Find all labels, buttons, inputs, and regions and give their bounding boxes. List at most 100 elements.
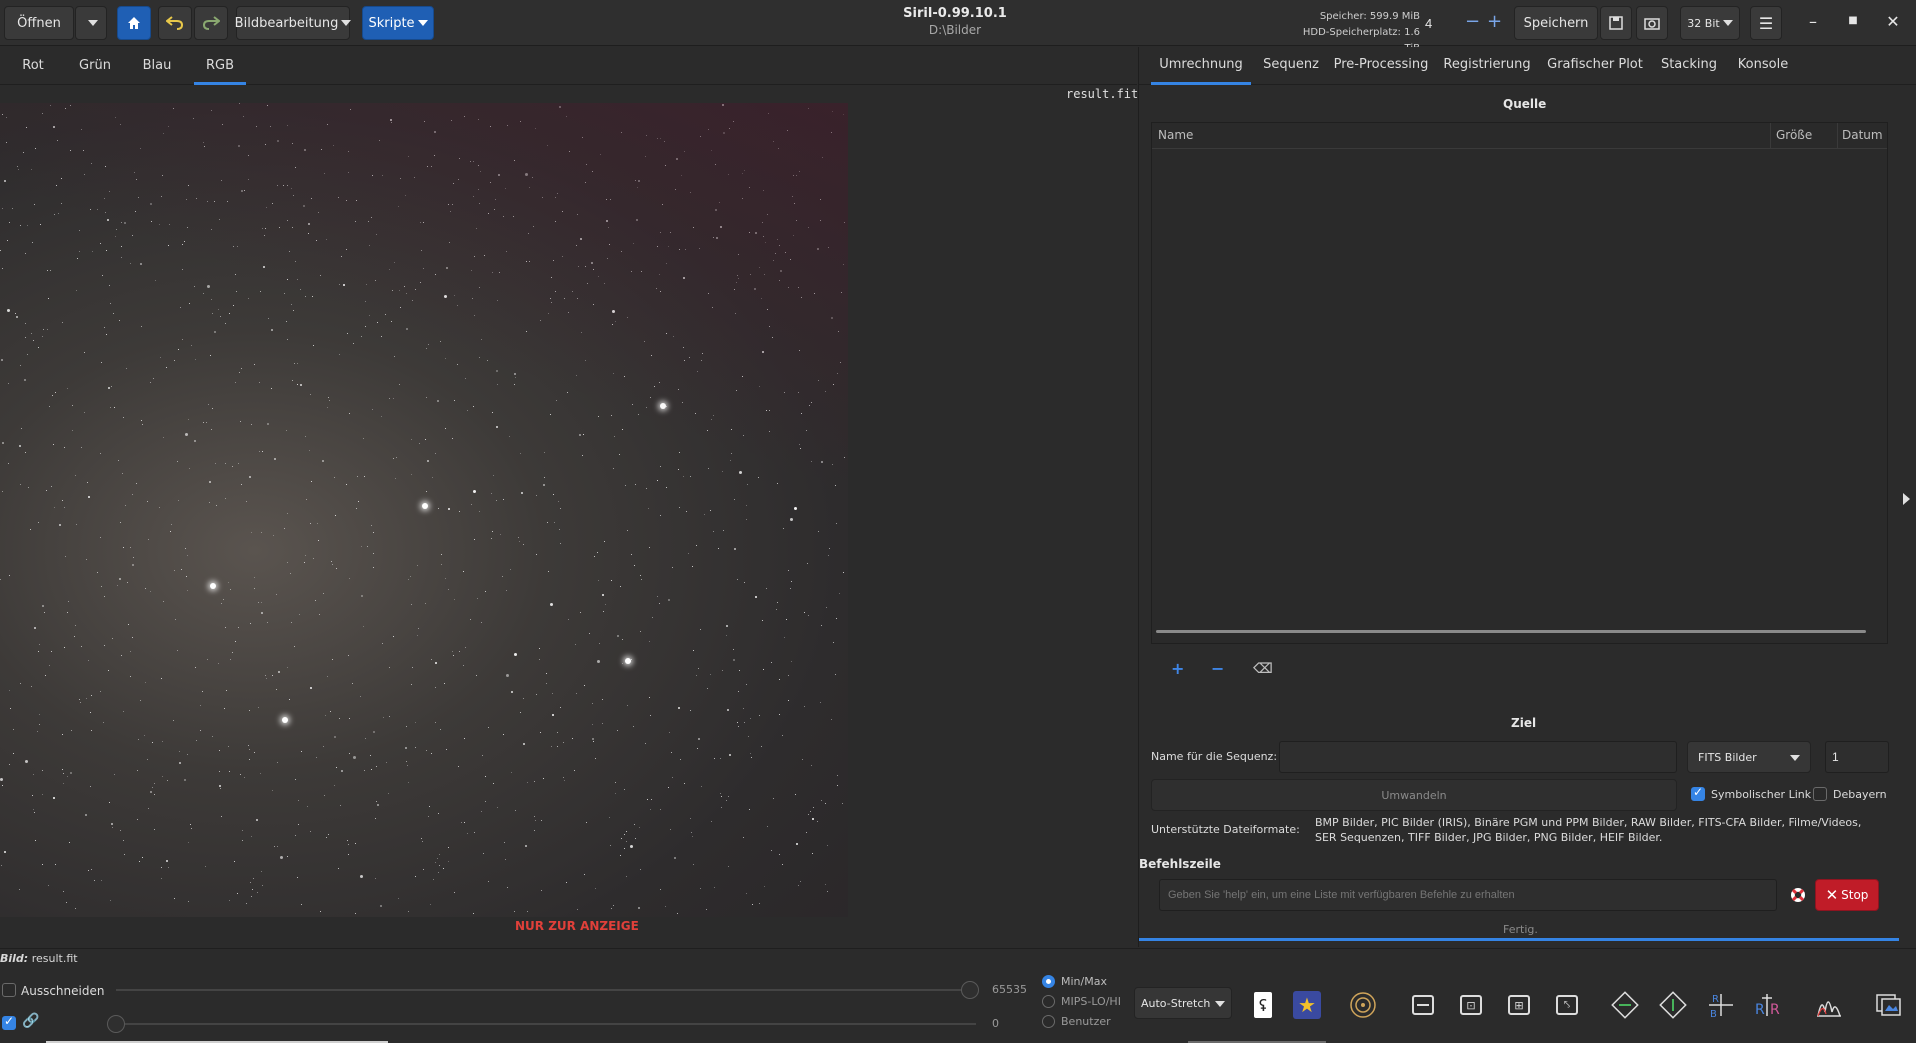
radio-user[interactable] [1042, 1015, 1055, 1028]
tab-green[interactable]: Grün [70, 47, 120, 85]
mirror-y-icon[interactable] [1656, 988, 1690, 1022]
tab-blue[interactable]: Blau [134, 47, 180, 85]
home-button[interactable] [117, 6, 151, 40]
crop-checkbox[interactable] [2, 983, 16, 997]
star [327, 676, 328, 677]
star [240, 421, 241, 422]
histogram-icon[interactable] [1812, 988, 1846, 1022]
star [379, 140, 380, 141]
stop-button[interactable]: ✕ Stop [1815, 879, 1879, 911]
radio-minmax[interactable] [1042, 975, 1055, 988]
column-size[interactable]: Größe [1776, 128, 1812, 142]
star [259, 451, 260, 452]
star [540, 732, 541, 733]
tab-registration[interactable]: Registrierung [1439, 47, 1535, 85]
mirror-x-icon[interactable] [1608, 988, 1642, 1022]
rgb-align-icon[interactable]: RR [1750, 988, 1784, 1022]
tab-red[interactable]: Rot [10, 47, 56, 85]
star [238, 627, 239, 628]
link-icon[interactable]: 🔗 [22, 1013, 39, 1029]
snapshot-button[interactable] [1636, 6, 1668, 40]
column-name[interactable]: Name [1158, 128, 1193, 142]
tab-plot[interactable]: Grafischer Plot [1543, 47, 1647, 85]
high-slider-knob[interactable] [961, 981, 979, 999]
rotate-icon[interactable]: ⤣ [1550, 988, 1584, 1022]
source-file-list[interactable]: Name Größe Datum [1151, 122, 1888, 644]
star [356, 200, 357, 201]
panel-expand-icon[interactable] [1903, 493, 1910, 505]
image-processing-menu[interactable]: Bildbearbeitung [235, 6, 352, 40]
minimize-icon[interactable]: – [1798, 12, 1828, 31]
low-slider-knob[interactable] [107, 1015, 125, 1033]
color-map-icon[interactable]: ★ [1290, 988, 1324, 1022]
horizontal-scrollbar[interactable] [1156, 630, 1866, 633]
convert-button[interactable]: Umwandeln [1151, 779, 1677, 811]
radio-mips[interactable] [1042, 995, 1055, 1008]
star [640, 631, 641, 632]
star [685, 249, 686, 250]
zoom-fit-icon[interactable]: ⊡ [1454, 988, 1488, 1022]
star [92, 251, 93, 252]
star [88, 496, 90, 498]
debayer-checkbox[interactable] [1813, 787, 1827, 801]
star [790, 588, 791, 589]
tab-conversion[interactable]: Umrechnung [1151, 47, 1251, 85]
save-button[interactable]: Speichern [1514, 6, 1598, 40]
maximize-icon[interactable]: ■ [1838, 15, 1868, 26]
high-slider-track[interactable] [116, 989, 976, 991]
close-icon[interactable]: ✕ [1878, 12, 1908, 31]
stretch-select[interactable]: Auto-Stretch [1134, 987, 1232, 1019]
save-as-button[interactable] [1600, 6, 1632, 40]
remove-file-icon[interactable]: − [1211, 659, 1224, 678]
tab-sequence[interactable]: Sequenz [1259, 47, 1323, 85]
column-date[interactable]: Datum [1842, 128, 1883, 142]
star [182, 244, 183, 245]
clear-list-icon[interactable]: ⌫ [1253, 661, 1273, 677]
low-slider-track[interactable] [116, 1023, 976, 1025]
star [2, 114, 3, 115]
image-list-icon[interactable] [1872, 988, 1906, 1022]
output-format-select[interactable]: FITS Bilder [1687, 741, 1811, 773]
threads-input[interactable] [1425, 9, 1453, 37]
negative-view-icon[interactable]: ʢ [1246, 988, 1280, 1022]
command-input[interactable] [1159, 879, 1777, 911]
open-button[interactable]: Öffnen [4, 6, 74, 40]
tab-preprocessing[interactable]: Pre-Processing [1331, 47, 1431, 85]
image-viewport[interactable] [0, 86, 1137, 948]
undo-button[interactable] [158, 6, 192, 40]
tab-stacking[interactable]: Stacking [1655, 47, 1723, 85]
tab-rgb[interactable]: RGB [194, 47, 246, 85]
rgb-compose-icon[interactable]: RB [1704, 988, 1738, 1022]
plus-icon[interactable]: + [1487, 11, 1502, 32]
link-checkbox[interactable] [2, 1014, 16, 1030]
redo-button[interactable] [194, 6, 228, 40]
star [64, 507, 65, 508]
add-files-icon[interactable]: + [1171, 659, 1184, 678]
tab-console[interactable]: Konsole [1731, 47, 1795, 85]
star [373, 731, 375, 733]
star [619, 454, 620, 455]
star [135, 211, 136, 212]
open-menu-button[interactable] [75, 6, 107, 40]
star [9, 222, 10, 223]
sequence-name-input[interactable] [1279, 741, 1677, 773]
star [836, 523, 837, 524]
bitdepth-menu[interactable]: 32 Bit [1680, 6, 1740, 40]
threads-spinner[interactable]: − + [1425, 9, 1502, 37]
scripts-menu[interactable]: Skripte [362, 6, 434, 40]
main-menu-button[interactable]: ☰ [1750, 6, 1782, 40]
star [380, 905, 382, 907]
symlink-checkbox[interactable] [1691, 785, 1705, 801]
astro-image[interactable] [0, 103, 848, 917]
star [347, 333, 348, 334]
star [790, 259, 791, 260]
zoom-reset-icon[interactable]: ⊞ [1502, 988, 1536, 1022]
start-index-input[interactable] [1825, 741, 1889, 773]
star [109, 802, 110, 803]
minus-icon[interactable]: − [1465, 11, 1480, 32]
star [513, 216, 514, 217]
help-button[interactable] [1785, 883, 1811, 907]
star [613, 373, 614, 374]
photometry-icon[interactable] [1346, 988, 1380, 1022]
crop-view-icon[interactable] [1406, 988, 1440, 1022]
